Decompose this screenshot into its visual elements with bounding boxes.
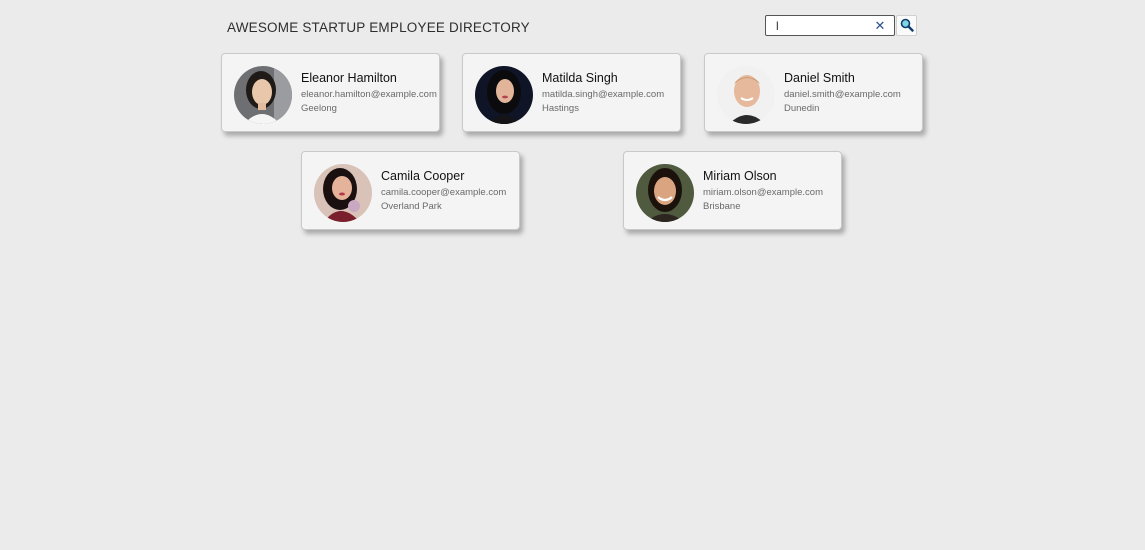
search-button[interactable]: [896, 15, 917, 36]
employee-name: Miriam Olson: [703, 169, 777, 183]
employee-directory-page: AWESOME STARTUP EMPLOYEE DIRECTORY ✕ Ele…: [0, 0, 1145, 550]
employee-card[interactable]: Miriam Olson miriam.olson@example.com Br…: [623, 151, 842, 230]
employee-name: Daniel Smith: [784, 71, 855, 85]
page-title: AWESOME STARTUP EMPLOYEE DIRECTORY: [227, 20, 530, 35]
avatar: [717, 66, 775, 124]
employee-card[interactable]: Eleanor Hamilton eleanor.hamilton@exampl…: [221, 53, 440, 132]
employee-name: Matilda Singh: [542, 71, 618, 85]
employee-name: Eleanor Hamilton: [301, 71, 397, 85]
employee-card[interactable]: Matilda Singh matilda.singh@example.com …: [462, 53, 681, 132]
magnifier-icon: [900, 18, 914, 32]
employee-city: Dunedin: [784, 103, 820, 114]
employee-email: matilda.singh@example.com: [542, 89, 665, 100]
employee-email: miriam.olson@example.com: [703, 187, 823, 198]
employee-city: Brisbane: [703, 201, 741, 212]
employee-city: Overland Park: [381, 201, 442, 212]
employee-name: Camila Cooper: [381, 169, 465, 183]
employee-email: camila.cooper@example.com: [381, 187, 507, 198]
employee-email: eleanor.hamilton@example.com: [301, 89, 437, 100]
employee-email: daniel.smith@example.com: [784, 89, 901, 100]
avatar: [475, 66, 533, 124]
employee-city: Hastings: [542, 103, 579, 114]
avatar: [314, 164, 372, 222]
clear-search-icon[interactable]: ✕: [873, 19, 887, 33]
avatar: [636, 164, 694, 222]
employee-card[interactable]: Daniel Smith daniel.smith@example.com Du…: [704, 53, 923, 132]
employee-city: Geelong: [301, 103, 337, 114]
employee-card[interactable]: Camila Cooper camila.cooper@example.com …: [301, 151, 520, 230]
avatar: [234, 66, 292, 124]
